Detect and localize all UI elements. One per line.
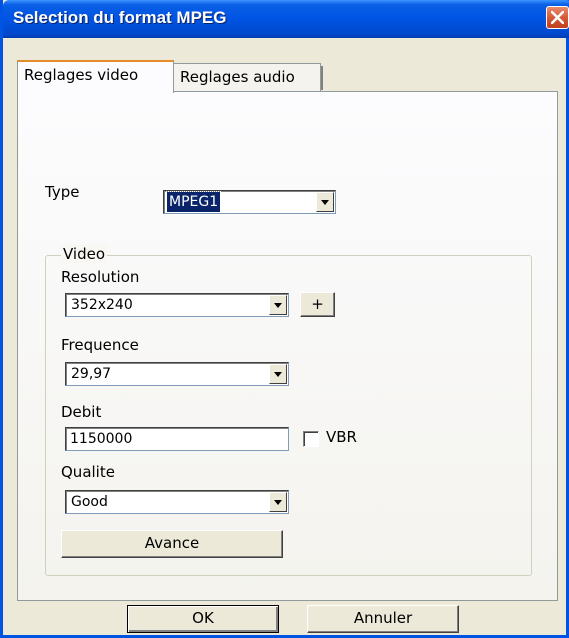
vbr-label: VBR: [326, 428, 357, 446]
avance-button[interactable]: Avance: [61, 530, 283, 558]
resolution-select-value: 352x240: [71, 297, 133, 313]
debit-input[interactable]: 1150000: [65, 427, 289, 451]
add-resolution-button[interactable]: +: [300, 292, 335, 317]
dialog-window: Selection du format MPEG Reglages video …: [0, 0, 569, 638]
close-button[interactable]: [546, 6, 569, 29]
qualite-label: Qualite: [61, 463, 115, 481]
qualite-select-value: Good: [71, 494, 108, 510]
debit-label: Debit: [61, 403, 102, 421]
frequence-select[interactable]: 29,97: [65, 362, 289, 386]
resolution-label: Resolution: [61, 268, 140, 286]
tab-reglages-audio[interactable]: Reglages audio: [173, 63, 323, 91]
chevron-down-icon[interactable]: [269, 364, 287, 384]
type-label: Type: [45, 183, 80, 201]
window-title: Selection du format MPEG: [13, 8, 227, 27]
frequence-label: Frequence: [61, 336, 139, 354]
vbr-checkbox[interactable]: [303, 431, 319, 447]
title-bar[interactable]: Selection du format MPEG: [3, 0, 569, 38]
frequence-select-value: 29,97: [71, 366, 112, 382]
type-select-value: MPEG1: [165, 191, 222, 213]
close-icon: [551, 11, 564, 24]
chevron-down-icon[interactable]: [316, 192, 334, 212]
qualite-select[interactable]: Good: [65, 490, 289, 514]
ok-button[interactable]: OK: [127, 605, 279, 633]
cancel-button[interactable]: Annuler: [307, 605, 459, 633]
tab-reglages-video[interactable]: Reglages video: [17, 60, 174, 93]
chevron-down-icon[interactable]: [269, 295, 287, 315]
type-select[interactable]: MPEG1: [163, 190, 336, 214]
video-group-legend: Video: [61, 245, 108, 263]
chevron-down-icon[interactable]: [269, 492, 287, 512]
resolution-select[interactable]: 352x240: [65, 293, 289, 317]
